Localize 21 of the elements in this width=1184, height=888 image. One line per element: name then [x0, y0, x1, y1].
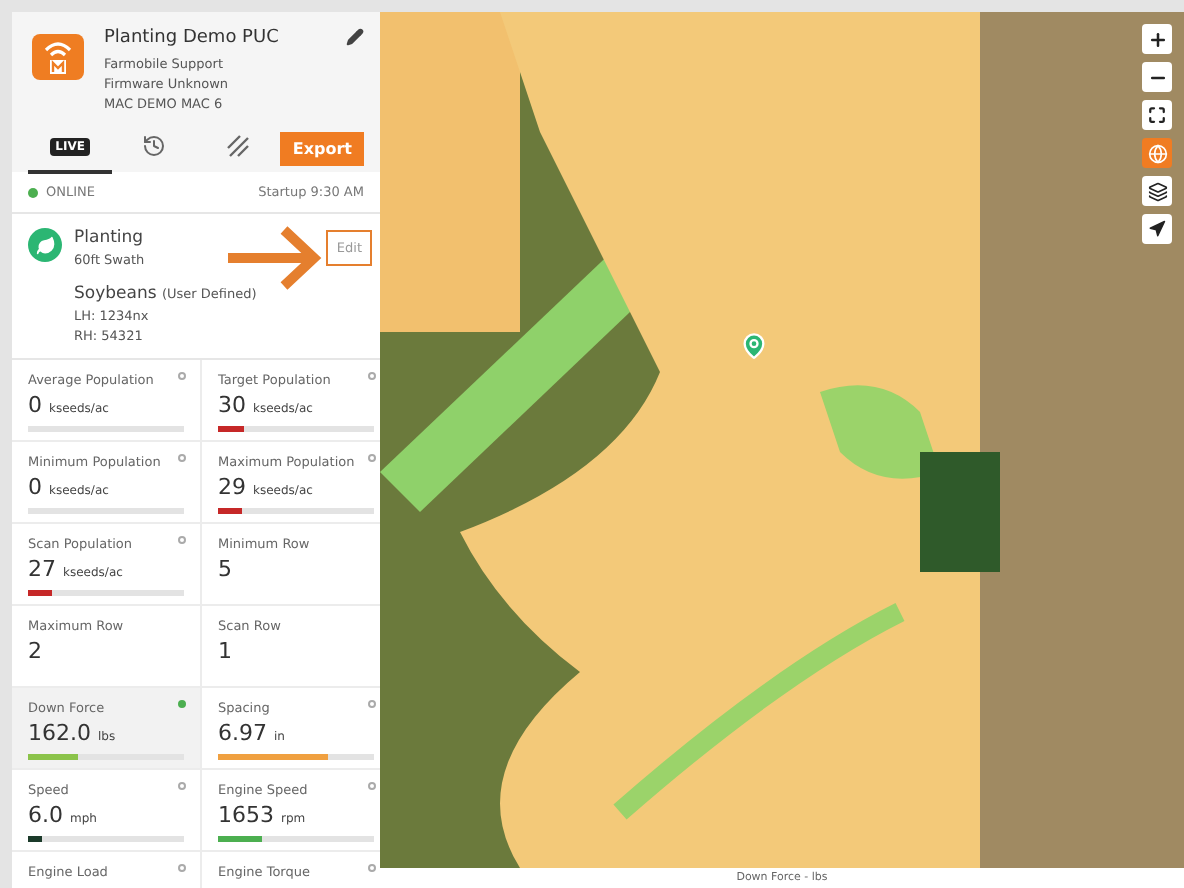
zoom-out-button[interactable] [1142, 62, 1172, 92]
zoom-in-button[interactable] [1142, 24, 1172, 54]
device-name: Planting Demo PUC [104, 28, 281, 48]
operation-name: Planting [74, 228, 146, 248]
locate-button[interactable] [1142, 214, 1172, 244]
metric-value: 1 [218, 638, 234, 664]
edit-pencil-icon[interactable] [346, 28, 364, 46]
navigation-arrow-icon [1148, 220, 1166, 238]
fullscreen-icon [1148, 106, 1166, 124]
plus-icon [1147, 29, 1167, 49]
map-pin-icon[interactable] [740, 332, 768, 360]
layers-icon [1147, 181, 1167, 201]
history-icon [142, 134, 167, 158]
metric-value: 2 [28, 638, 44, 664]
globe-icon [1147, 143, 1167, 163]
logo-icon [28, 28, 88, 84]
metric-value: 5 [218, 556, 234, 582]
fullscreen-button[interactable] [1142, 100, 1172, 130]
hatch-icon [226, 134, 251, 158]
leaf-icon [28, 228, 62, 262]
layers-button[interactable] [1142, 176, 1172, 206]
